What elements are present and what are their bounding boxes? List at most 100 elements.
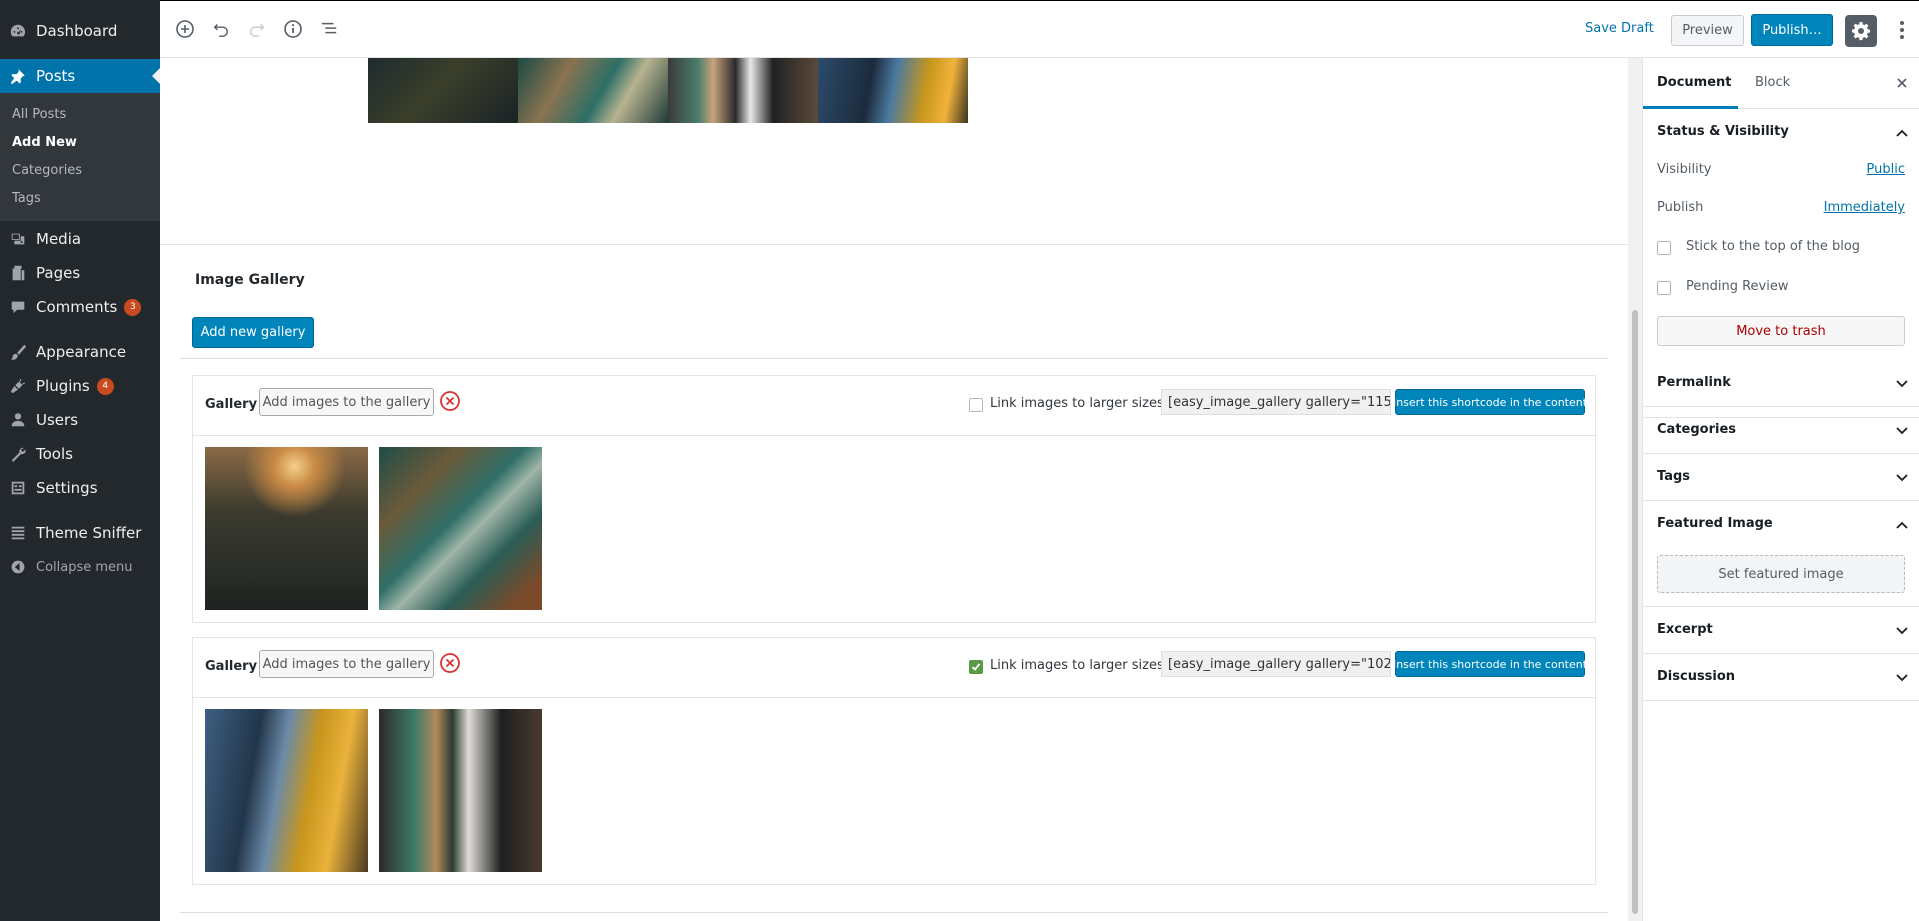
media-icon (0, 230, 36, 248)
add-new-gallery-button[interactable]: Add new gallery (192, 317, 314, 348)
move-to-trash-button[interactable]: Move to trash (1657, 316, 1905, 346)
block-navigation-icon[interactable] (318, 18, 340, 40)
metabox-bottom-divider (180, 912, 1608, 913)
metabox-divider (180, 358, 1608, 359)
comment-icon (0, 298, 36, 316)
menu-pages[interactable]: Pages (0, 256, 160, 290)
shortcode-field[interactable]: [easy_image_gallery gallery="115"] (1161, 389, 1391, 415)
scrollbar-thumb[interactable] (1632, 310, 1638, 914)
users-icon (0, 411, 36, 429)
shortcode-field[interactable]: [easy_image_gallery gallery="102"] (1161, 651, 1391, 677)
menu-settings[interactable]: Settings (0, 471, 160, 505)
gallery-thumbnail[interactable] (205, 709, 368, 872)
close-icon[interactable] (1895, 75, 1909, 89)
pending-review-checkbox[interactable] (1657, 281, 1671, 295)
plugins-count-badge: 4 (96, 377, 114, 395)
gallery-panel: Gallery Add images to the gallery Link i… (192, 637, 1596, 885)
menu-posts[interactable]: Posts (0, 59, 160, 93)
submenu-categories[interactable]: Categories (12, 163, 82, 178)
add-block-icon[interactable] (174, 18, 196, 40)
chevron-down-icon (1895, 670, 1909, 684)
excerpt-title: Excerpt (1657, 622, 1713, 637)
settings-toggle-button[interactable] (1845, 15, 1877, 47)
remove-gallery-icon[interactable] (439, 652, 461, 674)
insert-shortcode-button[interactable]: Insert this shortcode in the content (1393, 389, 1587, 415)
gear-icon (1852, 22, 1870, 41)
chevron-down-icon (1895, 423, 1909, 437)
submenu-all-posts[interactable]: All Posts (12, 107, 66, 122)
menu-dashboard[interactable]: Dashboard (0, 14, 160, 48)
paintbrush-icon (0, 343, 36, 361)
featured-image-title[interactable]: Featured Image (1657, 516, 1773, 531)
insert-shortcode-button[interactable]: Insert this shortcode in the content (1393, 651, 1587, 677)
settings-sliders-icon (0, 479, 36, 497)
add-images-button[interactable]: Add images to the gallery (259, 388, 434, 416)
editor-toolbar: Save Draft Preview Publish… (160, 0, 1919, 58)
content-divider (160, 244, 1628, 245)
undo-icon[interactable] (210, 18, 232, 40)
menu-tools-label: Tools (36, 445, 73, 463)
sticky-checkbox[interactable] (1657, 241, 1671, 255)
collapse-menu-label: Collapse menu (36, 559, 133, 575)
menu-plugins[interactable]: Plugins 4 (0, 369, 160, 403)
submenu-add-new[interactable]: Add New (12, 135, 77, 150)
metabox-title: Image Gallery (195, 272, 305, 288)
add-images-button[interactable]: Add images to the gallery (259, 650, 434, 678)
permalink-panel[interactable]: Permalink (1643, 360, 1919, 407)
list-icon (0, 524, 36, 542)
categories-title: Categories (1657, 422, 1737, 437)
excerpt-panel[interactable]: Excerpt (1643, 607, 1919, 654)
preview-button[interactable]: Preview (1671, 15, 1744, 46)
publish-button[interactable]: Publish… (1751, 14, 1833, 46)
tags-panel[interactable]: Tags (1643, 454, 1919, 501)
link-larger-sizes-checkbox[interactable] (969, 398, 983, 412)
menu-media[interactable]: Media (0, 222, 160, 256)
status-visibility-title[interactable]: Status & Visibility (1657, 124, 1789, 139)
menu-media-label: Media (36, 230, 82, 248)
gallery-header: Gallery Add images to the gallery Link i… (193, 376, 1595, 436)
menu-users[interactable]: Users (0, 403, 160, 437)
chevron-down-icon (1895, 376, 1909, 390)
editor-scrollbar[interactable] (1628, 58, 1642, 921)
menu-tools[interactable]: Tools (0, 437, 160, 471)
dashboard-icon (0, 22, 36, 40)
gallery-thumbnail[interactable] (379, 447, 542, 610)
set-featured-image-button[interactable]: Set featured image (1657, 555, 1905, 593)
gallery-thumbnail[interactable] (379, 709, 542, 872)
submenu-tags[interactable]: Tags (12, 191, 41, 206)
gallery-label: Gallery (205, 659, 258, 674)
menu-comments[interactable]: Comments 3 (0, 290, 160, 324)
plugin-icon (0, 377, 36, 395)
visibility-value-link[interactable]: Public (1867, 162, 1905, 177)
link-larger-sizes-checkbox[interactable] (969, 660, 983, 674)
wrench-icon (0, 445, 36, 463)
remove-gallery-icon[interactable] (439, 390, 461, 412)
comments-count-badge: 3 (124, 298, 142, 316)
save-draft-button[interactable]: Save Draft (1585, 21, 1654, 36)
menu-appearance[interactable]: Appearance (0, 335, 160, 369)
collapse-menu-button[interactable]: Collapse menu (0, 550, 160, 584)
menu-theme-sniffer[interactable]: Theme Sniffer (0, 516, 160, 550)
more-options-icon[interactable] (1895, 18, 1909, 42)
gallery-tile (668, 58, 818, 123)
tab-document[interactable]: Document (1657, 75, 1732, 90)
sidebar-tabs: Document Block (1643, 58, 1919, 109)
discussion-panel[interactable]: Discussion (1643, 654, 1919, 701)
chevron-up-icon[interactable] (1895, 125, 1909, 139)
publish-date-link[interactable]: Immediately (1824, 200, 1905, 215)
pending-review-label: Pending Review (1686, 279, 1789, 294)
chevron-up-icon[interactable] (1895, 517, 1909, 531)
link-larger-sizes-label: Link images to larger sizes (990, 658, 1164, 673)
gallery-thumbnail[interactable] (205, 447, 368, 610)
link-larger-sizes-label: Link images to larger sizes (990, 396, 1164, 411)
tab-block[interactable]: Block (1755, 75, 1790, 90)
pin-icon (0, 67, 36, 85)
redo-icon[interactable] (246, 18, 268, 40)
discussion-title: Discussion (1657, 669, 1736, 684)
pages-icon (0, 264, 36, 282)
gallery-block-preview[interactable] (368, 58, 968, 123)
info-icon[interactable] (282, 18, 304, 40)
menu-plugins-label: Plugins (36, 377, 90, 395)
tags-title: Tags (1657, 469, 1691, 484)
categories-panel[interactable]: Categories (1643, 407, 1919, 454)
